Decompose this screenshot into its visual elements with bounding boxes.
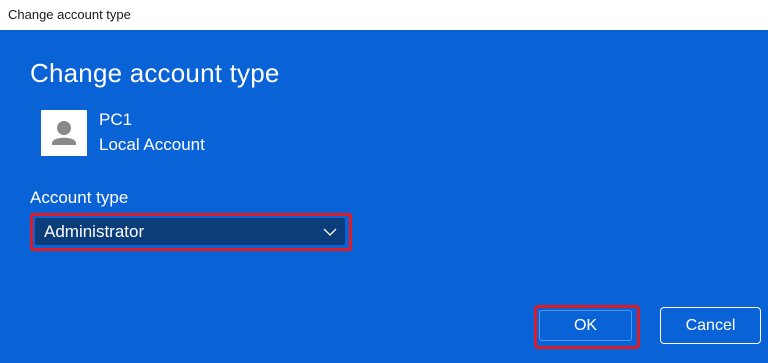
account-name: PC1 <box>99 110 133 129</box>
chevron-down-icon <box>323 225 337 237</box>
ok-button[interactable]: OK <box>539 310 632 341</box>
title-bar: Change account type <box>0 0 768 31</box>
account-kind: Local Account <box>99 135 205 154</box>
dialog-content: Change account type PC1 Local Account Ac… <box>0 30 768 363</box>
user-avatar-icon <box>41 110 87 156</box>
change-account-type-window: Change account type Change account type … <box>0 0 768 363</box>
account-type-dropdown[interactable]: Administrator <box>35 218 345 245</box>
window-title: Change account type <box>8 7 131 22</box>
cancel-button[interactable]: Cancel <box>660 307 761 344</box>
account-type-label: Account type <box>30 188 129 207</box>
dialog-heading: Change account type <box>30 58 280 88</box>
account-type-selected-value: Administrator <box>44 222 145 241</box>
